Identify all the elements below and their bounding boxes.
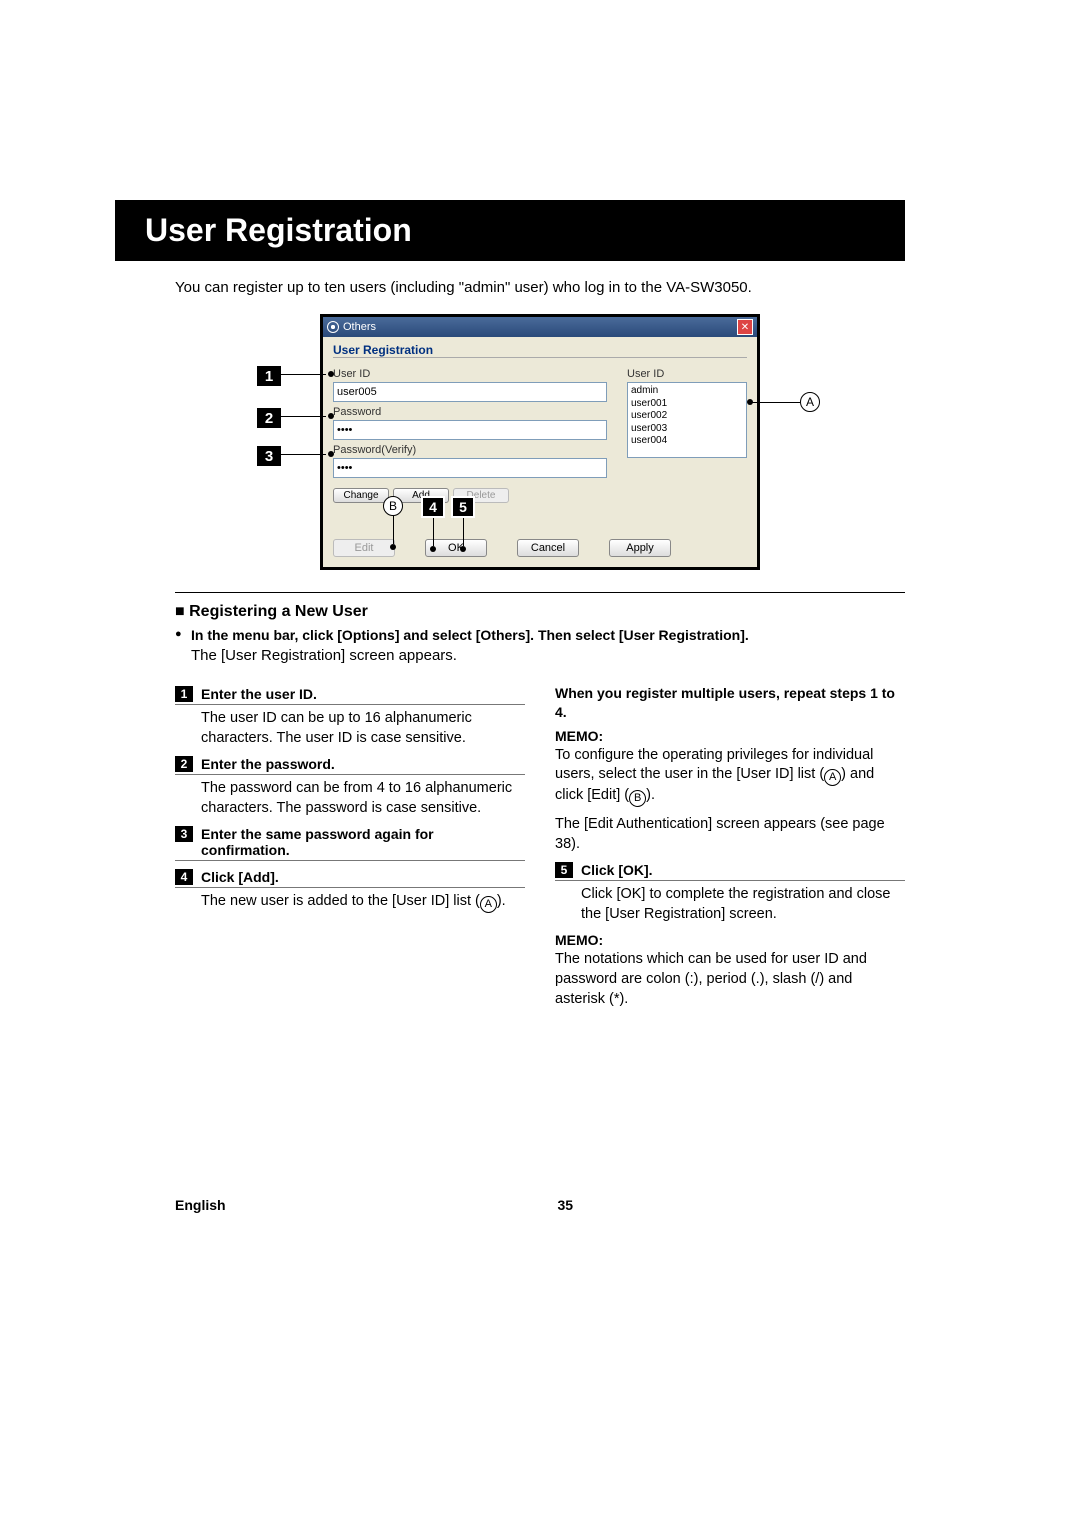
cancel-button[interactable]: Cancel [517,539,579,557]
callout-1-line [280,374,326,375]
callout-2-dot [328,413,334,419]
memo-1-body: To configure the operating privileges fo… [555,746,905,807]
callout-3-line [280,454,326,455]
callout-a-letter: A [800,392,820,412]
intro-text: You can register up to ten users (includ… [175,279,905,296]
change-button[interactable]: Change [333,488,389,503]
callout-4: 4 [421,496,445,518]
password-label: Password [333,406,613,418]
memo-1-body-2: The [Edit Authentication] screen appears… [555,815,905,854]
callout-1-dot [328,371,334,377]
page-footer: English 35 [175,1197,905,1213]
step-3-head: 3 Enter the same password again for conf… [175,826,525,861]
callout-3-dot [328,451,334,457]
step-2-body: The password can be from 4 to 16 alphanu… [201,779,525,818]
callout-1: 1 [255,364,283,388]
user-id-label: User ID [333,368,613,380]
step-4-head: 4 Click [Add]. [175,869,525,888]
repeat-note: When you register multiple users, repeat… [555,684,905,722]
callout-a: A [747,392,820,412]
footer-language: English [175,1197,226,1213]
password-verify-input[interactable] [333,458,607,478]
dialog-screenshot: 1 2 3 A Others ✕ User Registration [320,314,760,570]
memo-2-body: The notations which can be used for user… [555,950,905,1009]
divider [175,592,905,593]
list-item[interactable]: admin [631,385,743,398]
callout-3: 3 [255,444,283,468]
callout-2-line [280,416,326,417]
dialog-window-title: Others [343,321,376,333]
step-2-head: 2 Enter the password. [175,756,525,775]
menu-result: The [User Registration] screen appears. [191,647,905,664]
memo-2-label: MEMO: [555,932,905,948]
footer-page-number: 35 [557,1197,573,1213]
step-5-body: Click [OK] to complete the registration … [581,885,905,924]
step-5-head: 5 Click [OK]. [555,862,905,881]
callout-5: 5 [451,496,475,518]
list-item[interactable]: user003 [631,423,743,436]
dialog-heading: User Registration [333,343,747,358]
menu-instruction: In the menu bar, click [Options] and sel… [175,627,905,643]
user-id-input[interactable] [333,382,607,402]
section-heading: ■ Registering a New User [175,603,905,621]
user-id-listbox[interactable]: admin user001 user002 user003 user004 [627,382,747,458]
memo-1-label: MEMO: [555,728,905,744]
password-verify-label: Password(Verify) [333,444,613,456]
steps-left-column: 1 Enter the user ID. The user ID can be … [175,678,525,1017]
step-1-body: The user ID can be up to 16 alphanumeric… [201,709,525,748]
steps-right-column: When you register multiple users, repeat… [555,678,905,1017]
dialog-titlebar: Others ✕ [323,317,757,337]
step-1-head: 1 Enter the user ID. [175,686,525,705]
password-input[interactable] [333,420,607,440]
list-item[interactable]: user002 [631,410,743,423]
step-4-body: The new user is added to the [User ID] l… [201,892,525,913]
callout-2: 2 [255,406,283,430]
callout-b-letter: B [383,496,403,516]
page-title: User Registration [115,200,905,261]
apply-button[interactable]: Apply [609,539,671,557]
list-item[interactable]: user004 [631,435,743,448]
user-id-list-label: User ID [627,368,747,380]
list-item[interactable]: user001 [631,398,743,411]
gear-icon [327,321,339,333]
close-icon[interactable]: ✕ [737,319,753,335]
lower-callouts: B 4 5 [383,496,475,552]
